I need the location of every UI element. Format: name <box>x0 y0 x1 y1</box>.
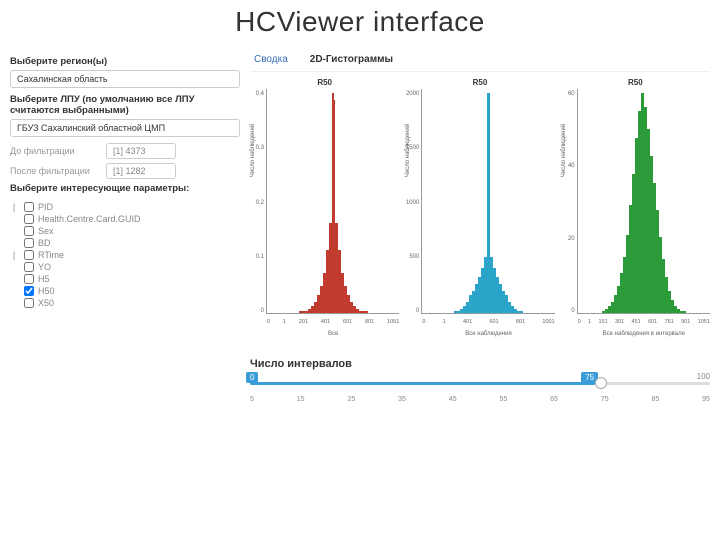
lpu-label: Выберите ЛПУ (по умолчанию все ЛПУ счита… <box>10 94 240 116</box>
lpu-select[interactable]: ГБУЗ Сахалинский областной ЦМП <box>10 119 240 137</box>
chevron-icon: | <box>10 250 18 260</box>
param-checkbox[interactable] <box>24 274 34 284</box>
param-row[interactable]: H5 <box>10 274 240 284</box>
chart-1: R502000150010005000Число наблюдений01401… <box>405 78 554 328</box>
param-checkbox[interactable] <box>24 250 34 260</box>
chart-2: R506040200Число наблюдений01151301451601… <box>561 78 710 328</box>
param-row[interactable]: | PID <box>10 202 240 212</box>
slider-section: Число интервалов 0 75 100 5 15 25 35 45 55 65 7… <box>250 358 710 403</box>
slider-tick: 45 <box>449 396 457 403</box>
tabs: Сводка 2D-Гистограммы <box>250 52 710 72</box>
charts-row: R500.40.30.20.10Число наблюдений01201401… <box>250 78 710 328</box>
param-checkbox[interactable] <box>24 214 34 224</box>
param-label: PID <box>38 202 53 212</box>
chart-title: R50 <box>473 78 488 87</box>
x-axis: 014016018011001 <box>422 319 554 325</box>
param-checkbox[interactable] <box>24 262 34 272</box>
y-label: Число наблюдений <box>561 124 567 177</box>
slider-tick: 35 <box>398 396 406 403</box>
interval-slider[interactable]: 0 75 100 <box>250 374 710 394</box>
param-row[interactable]: BD <box>10 238 240 248</box>
sidebar: Выберите регион(ы) Сахалинская область В… <box>10 52 250 403</box>
param-row[interactable]: | RTime <box>10 250 240 260</box>
param-label: YO <box>38 262 51 272</box>
param-label: RTime <box>38 250 64 260</box>
slider-tick: 25 <box>347 396 355 403</box>
param-checkbox[interactable] <box>24 298 34 308</box>
x-label: Все <box>267 331 399 337</box>
param-label: X50 <box>38 298 54 308</box>
slider-tick: 5 <box>250 396 254 403</box>
chevron-icon: | <box>10 202 18 212</box>
lpu-value: ГБУЗ Сахалинский областной ЦМП <box>17 123 165 133</box>
slider-tick: 75 <box>601 396 609 403</box>
main-panel: Сводка 2D-Гистограммы R500.40.30.20.10Чис… <box>250 52 710 403</box>
slider-handle[interactable] <box>595 377 607 389</box>
plot-area: Число наблюдений012014016018011051Все <box>266 89 399 314</box>
param-checkbox[interactable] <box>24 226 34 236</box>
slider-ticks: 5 15 25 35 45 55 65 75 85 95 <box>250 396 710 403</box>
after-filter-value: [1] 1282 <box>106 163 176 179</box>
param-label: Health.Centre.Card.GUID <box>38 214 141 224</box>
params-list: | PID Health.Centre.Card.GUID Sex BD | RTime YO… <box>10 202 240 308</box>
plot-area: Число наблюдений011513014516017519011051… <box>577 89 710 314</box>
slider-tick: 55 <box>499 396 507 403</box>
params-label: Выберите интересующие параметры: <box>10 183 240 194</box>
slider-tick: 95 <box>702 396 710 403</box>
param-row[interactable]: X50 <box>10 298 240 308</box>
plot-area: Число наблюдений014016018011001Все наблю… <box>421 89 554 314</box>
param-label: H5 <box>38 274 50 284</box>
param-label: BD <box>38 238 51 248</box>
before-filter-label: До фильтрации <box>10 146 100 156</box>
region-value: Сахалинская область <box>17 74 108 84</box>
param-checkbox[interactable] <box>24 286 34 296</box>
y-label: Число наблюдений <box>405 124 411 177</box>
param-checkbox[interactable] <box>24 238 34 248</box>
param-row[interactable]: Health.Centre.Card.GUID <box>10 214 240 224</box>
x-label: Все наблюдения <box>422 331 554 337</box>
before-filter-value: [1] 4373 <box>106 143 176 159</box>
param-row[interactable]: H50 <box>10 286 240 296</box>
tab-2D-Гистограммы[interactable]: 2D-Гистограммы <box>306 52 397 67</box>
param-label: H50 <box>38 286 55 296</box>
region-label: Выберите регион(ы) <box>10 56 240 67</box>
param-checkbox[interactable] <box>24 202 34 212</box>
chart-0: R500.40.30.20.10Число наблюдений01201401… <box>250 78 399 328</box>
slider-tick: 85 <box>651 396 659 403</box>
x-label: Все наблюдения в интервале <box>578 331 710 337</box>
app-frame: Выберите регион(ы) Сахалинская область В… <box>0 52 720 403</box>
slide-title: HCViewer interface <box>0 0 720 52</box>
slider-fill <box>250 382 595 385</box>
region-select[interactable]: Сахалинская область <box>10 70 240 88</box>
x-axis: 011513014516017519011051 <box>578 319 710 325</box>
slider-tick: 15 <box>297 396 305 403</box>
slider-title: Число интервалов <box>250 358 710 370</box>
tab-Сводка[interactable]: Сводка <box>250 52 292 67</box>
chart-title: R50 <box>628 78 643 87</box>
chart-title: R50 <box>317 78 332 87</box>
after-filter-label: После фильтрации <box>10 166 100 176</box>
x-axis: 012014016018011051 <box>267 319 399 325</box>
param-label: Sex <box>38 226 54 236</box>
param-row[interactable]: Sex <box>10 226 240 236</box>
param-row[interactable]: YO <box>10 262 240 272</box>
y-label: Число наблюдений <box>250 124 256 177</box>
slider-tick: 65 <box>550 396 558 403</box>
slider-max-label: 100 <box>697 372 710 381</box>
